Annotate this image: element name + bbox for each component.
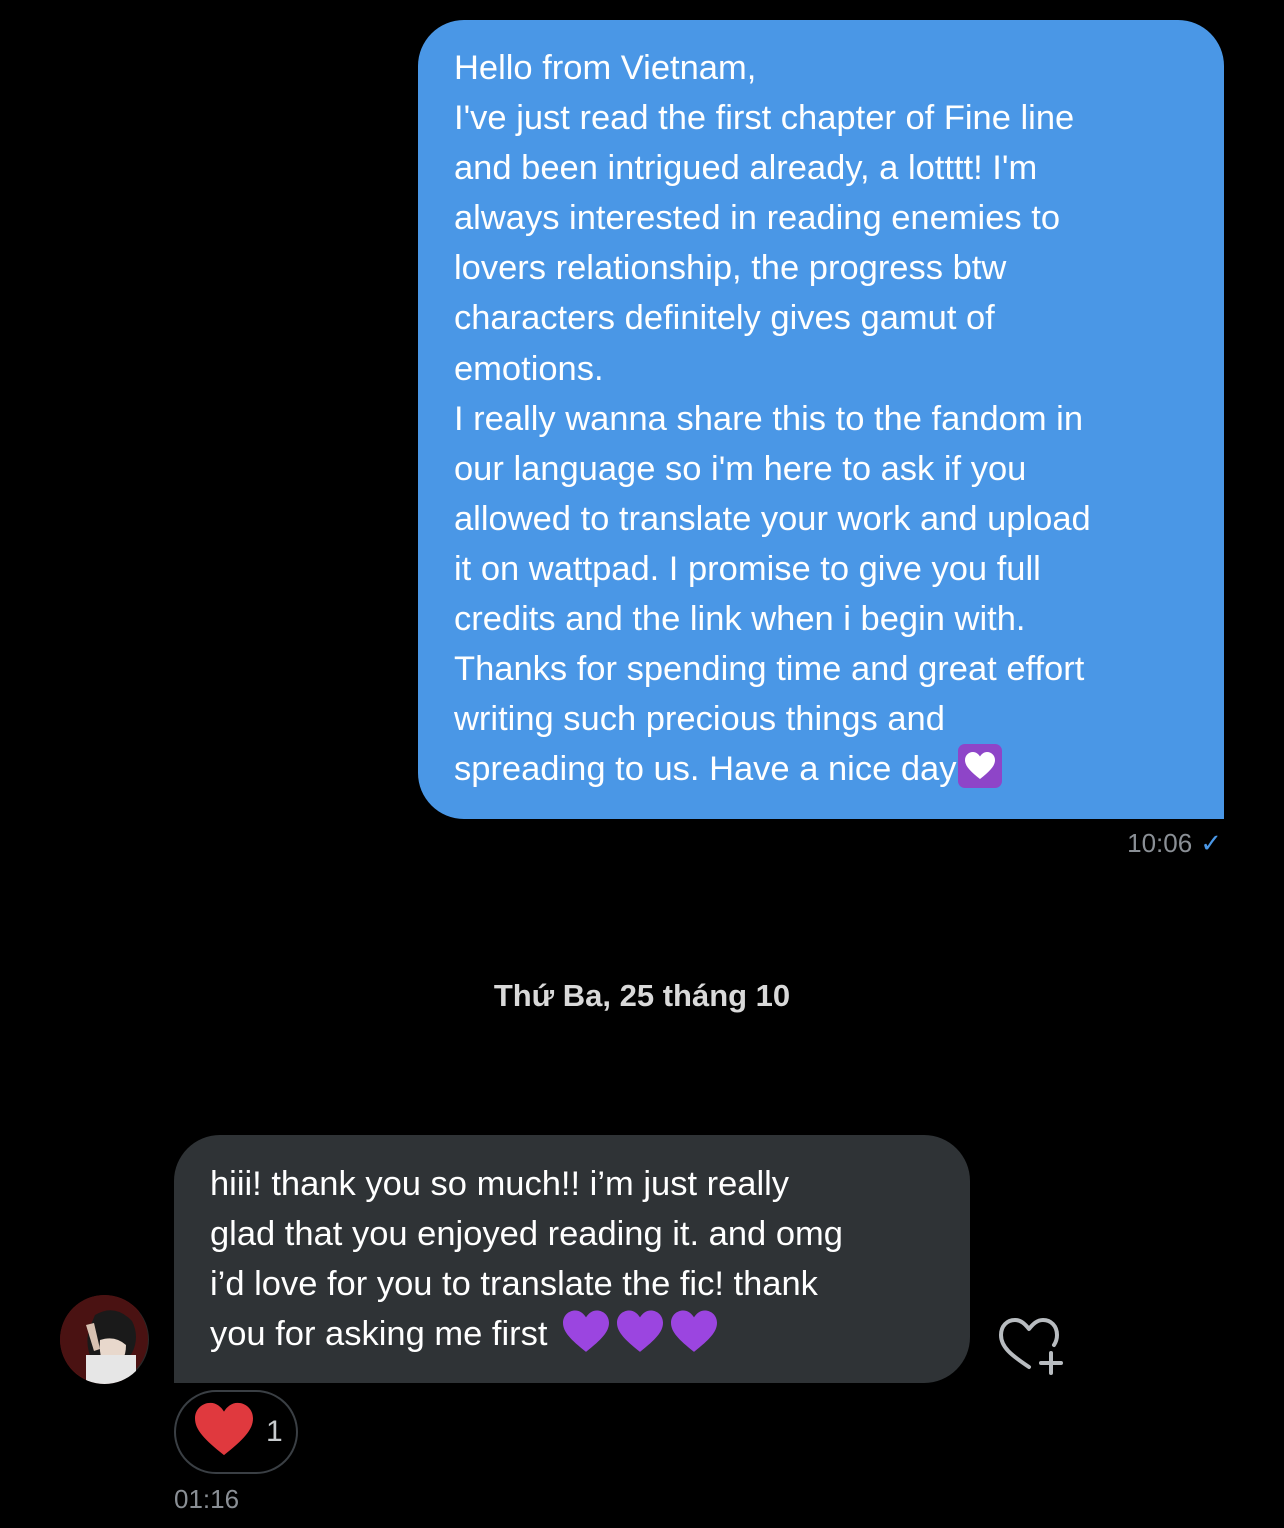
white-heart-emoji-icon [958, 744, 1003, 789]
sent-line: I really wanna share this to the fandom … [454, 399, 1084, 438]
received-line: you for asking me first [210, 1315, 548, 1354]
sent-line: writing such precious things and [454, 700, 945, 739]
received-line: hiii! thank you so much!! i’m just reall… [210, 1165, 790, 1203]
sent-line-last: spreading to us. Have a nice day [454, 744, 1194, 794]
avatar[interactable] [60, 1295, 149, 1384]
date-separator: Thứ Ba, 25 tháng 10 [493, 978, 791, 1013]
sent-line: Thanks for spending time and great effor… [454, 650, 1085, 689]
received-message-bubble[interactable]: hiii! thank you so much!! i’m just reall… [174, 1135, 970, 1383]
sent-message-text: Hello from Vietnam, I've just read the f… [454, 43, 1194, 794]
sent-line: it on wattpad. I promise to give you ful… [454, 549, 1041, 588]
red-heart-icon [192, 1401, 256, 1464]
reaction-count: 1 [266, 1415, 283, 1448]
sent-line: our language so i'm here to ask if you [454, 449, 1027, 488]
sent-time: 10:06 [1127, 828, 1193, 858]
sent-line: spreading to us. Have a nice day [454, 750, 957, 789]
purple-heart-icon [669, 1309, 719, 1369]
received-time: 01:16 [174, 1484, 240, 1514]
received-message-text: hiii! thank you so much!! i’m just reall… [210, 1159, 950, 1369]
sent-line: Hello from Vietnam, [454, 49, 757, 87]
sent-line: allowed to translate your work and uploa… [454, 499, 1091, 538]
received-line-last: you for asking me first [210, 1309, 950, 1369]
purple-heart-icon [615, 1309, 665, 1369]
check-icon: ✓ [1200, 828, 1222, 858]
sent-line: I've just read the first chapter of Fine… [454, 99, 1075, 138]
reaction-badge[interactable]: 1 [174, 1390, 298, 1474]
sent-line: and been intrigued already, a lotttt! I'… [454, 149, 1038, 188]
sent-line: lovers relationship, the progress btw [454, 249, 1007, 288]
add-reaction-heart-plus-icon[interactable] [995, 1315, 1070, 1375]
received-line: i’d love for you to translate the fic! t… [210, 1265, 818, 1304]
sent-line: always interested in reading enemies to [454, 199, 1061, 238]
sent-line: characters definitely gives gamut of [454, 299, 995, 338]
sent-line: emotions. [454, 349, 604, 388]
received-line: glad that you enjoyed reading it. and om… [210, 1215, 843, 1254]
sent-line: credits and the link when i begin with. [454, 600, 1026, 639]
purple-heart-icon [561, 1309, 611, 1369]
sent-message-bubble[interactable]: Hello from Vietnam, I've just read the f… [418, 20, 1224, 819]
sent-message-meta: 10:06 ✓ [1127, 828, 1222, 859]
